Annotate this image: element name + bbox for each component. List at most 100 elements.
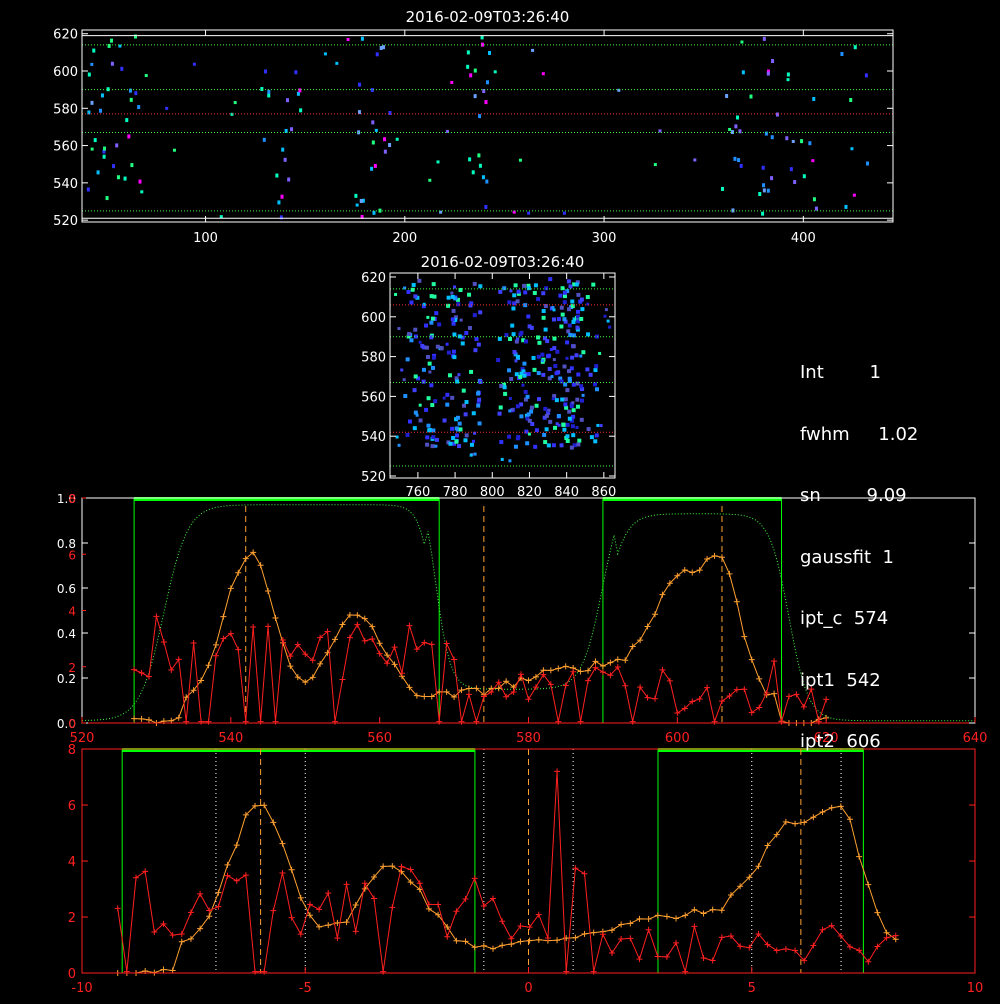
data-pixel [427,361,432,366]
data-pixel [571,382,576,387]
data-speck [287,177,291,182]
red-marker [343,881,350,888]
orange-marker [525,677,532,684]
data-pixel [394,292,398,296]
data-pixel [521,383,525,387]
red-marker [391,644,398,651]
data-pixel [529,409,534,414]
data-pixel [430,403,435,408]
data-pixel [516,337,520,341]
x-tick-label: 640 [963,731,988,746]
orange-marker [279,840,286,847]
data-pixel [426,396,431,401]
red-marker [674,709,681,716]
data-pixel [537,397,542,402]
data-pixel [424,407,429,412]
red-marker [756,704,763,711]
data-speck [734,124,738,129]
y-tick-label: 600 [53,65,78,80]
data-speck [733,156,737,161]
red-marker [398,863,405,870]
red-marker [572,865,579,872]
data-pixel [459,318,463,322]
data-pixel [400,368,404,372]
data-pixel [511,408,515,412]
data-pixel [575,397,580,402]
data-pixel [585,295,590,300]
orange-marker [865,881,872,888]
data-pixel [567,416,572,421]
figure: 2016-02-09T03:26:40 100 200 300 400 520 540 560… [0,0,1000,1000]
data-pixel [428,370,432,374]
data-pixel [452,355,457,360]
data-speck [264,69,268,74]
data-pixel [513,444,518,449]
data-pixel [585,367,590,372]
data-pixel [462,403,467,408]
orange-marker [526,937,533,944]
data-speck [531,48,535,52]
data-pixel [555,349,560,354]
data-speck [786,72,790,77]
data-pixel [413,327,418,332]
data-pixel [425,354,430,359]
data-speck [92,48,96,53]
x-tick-label: 5 [748,981,756,996]
data-pixel [474,337,479,342]
data-speck [789,167,793,172]
data-pixel [473,452,477,456]
data-pixel [426,423,431,428]
data-pixel [464,433,469,438]
orange-marker [205,662,212,669]
data-pixel [551,317,556,322]
red-marker [250,623,257,630]
data-pixel [429,383,434,388]
y-tick-label: 520 [361,470,386,485]
orange-marker [212,641,219,648]
data-pixel [540,359,544,363]
data-speck [120,66,124,71]
data-speck [130,163,134,168]
data-pixel [555,422,559,426]
orange-marker [663,913,670,920]
data-pixel [576,372,581,377]
red-marker [190,639,197,646]
red-marker [810,942,817,949]
orange-marker [652,611,659,618]
data-speck [484,100,488,105]
orange-marker [704,555,711,562]
y-tick-label: 600 [361,311,386,326]
data-pixel [447,373,452,378]
data-speck [762,36,766,41]
red-marker [654,953,661,960]
data-pixel [558,293,563,298]
red-marker [562,682,569,689]
red-marker [458,718,465,725]
x-tick-label: 10 [967,981,984,996]
red-marker [771,658,778,665]
red-marker [306,901,313,908]
data-pixel [580,307,585,312]
red-marker [581,870,588,877]
info-gaussfit: gaussfit 1 [800,546,894,568]
data-pixel [446,303,451,308]
data-pixel [439,346,444,351]
data-pixel [562,290,567,295]
data-speck [739,163,743,168]
red-marker [645,926,652,933]
data-pixel [553,425,558,430]
data-speck [762,188,766,193]
data-speck [786,78,790,82]
red-marker [205,718,212,725]
data-pixel [450,317,455,322]
data-pixel [548,277,553,282]
y-tick-label: 540 [361,430,386,445]
orange-marker [294,674,301,681]
orange-marker [272,615,279,622]
red-marker [316,906,323,913]
data-speck [473,94,477,99]
data-pixel [406,289,411,294]
orange-marker [700,910,707,917]
orange-marker [696,567,703,574]
y-tick-label-red: 0 [68,717,76,731]
